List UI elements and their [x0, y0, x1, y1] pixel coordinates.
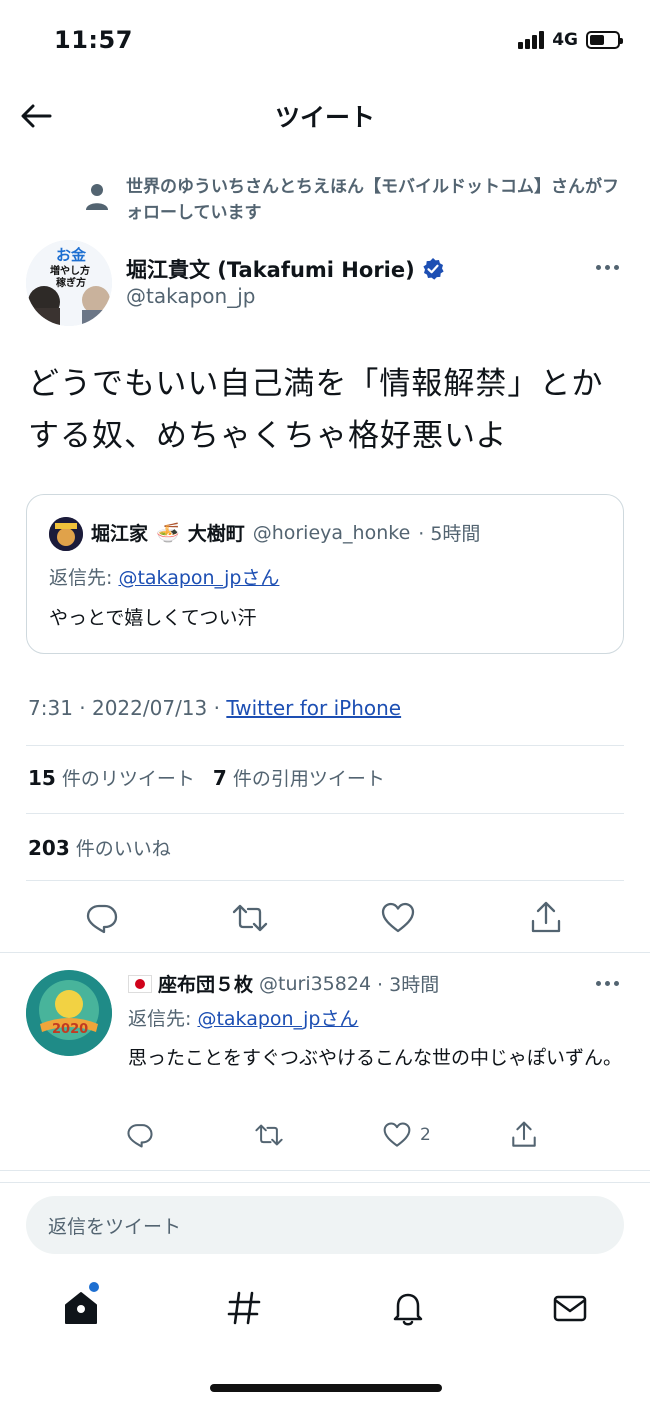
divider	[0, 1170, 650, 1171]
reply-time: · 3時間	[377, 974, 440, 996]
quote-avatar-image	[49, 517, 83, 551]
page-title: ツイート	[274, 103, 375, 132]
social-context[interactable]: 世界のゆういちさんとちえほん【モバイルドットコム】さんがフォローしています	[126, 174, 626, 226]
author-name-row[interactable]: 堀江貴文 (Takafumi Horie)	[126, 254, 445, 284]
likes-stat[interactable]: 203 件のいいね	[28, 834, 171, 861]
share-icon	[512, 1121, 536, 1147]
japan-flag-icon	[128, 974, 152, 993]
more-dot-icon	[595, 980, 601, 986]
battery-icon	[586, 31, 623, 49]
network-label: 4G	[552, 30, 578, 50]
quote-handle: @horieya_honke	[252, 521, 411, 544]
svg-text:2020: 2020	[52, 1022, 88, 1037]
hashtag-icon	[227, 1291, 261, 1325]
reply-avatar-image: 2020	[26, 970, 112, 1056]
more-dot-icon	[595, 264, 601, 270]
reply-share-button[interactable]	[510, 1118, 538, 1152]
divider	[26, 813, 624, 814]
likes-stats[interactable]: 203 件のいいね	[28, 834, 171, 861]
like-button[interactable]	[378, 898, 418, 938]
quote-reply-prefix: 返信先:	[49, 567, 119, 589]
tweet-action-bar	[0, 890, 650, 946]
ramen-emoji: 🍜	[156, 522, 180, 544]
divider	[26, 745, 624, 746]
author-avatar[interactable]: お金 増やし方 稼ぎ方	[26, 240, 112, 326]
heart-icon	[383, 1122, 411, 1147]
home-indicator	[210, 1384, 442, 1392]
quote-header: 堀江家 🍜 大樹町 @horieya_honke · 5時間	[91, 519, 480, 546]
tab-notifications[interactable]	[384, 1284, 432, 1332]
author-avatar-image: お金 増やし方 稼ぎ方	[26, 240, 112, 326]
svg-text:お金: お金	[56, 246, 87, 264]
author-name[interactable]: 堀江貴文 (Takafumi Horie)	[126, 254, 415, 284]
tweet-text: どうでもいい自己満を「情報解禁」とかする奴、めちゃくちゃ格好悪いよ	[28, 366, 604, 454]
new-content-dot	[89, 1282, 99, 1292]
bell-icon	[393, 1293, 423, 1326]
reply-author-name[interactable]: 座布団５枚	[158, 970, 253, 997]
envelope-icon	[553, 1295, 587, 1322]
status-indicators: 4G	[518, 30, 623, 50]
more-dot-icon	[604, 264, 610, 270]
share-icon	[531, 901, 561, 933]
quote-reply-context: 返信先: @takapon_jpさん	[49, 563, 279, 590]
reply-composer[interactable]: 返信をツイート	[26, 1196, 624, 1254]
quote-name: 堀江家	[91, 523, 149, 545]
reply-reply-button[interactable]	[126, 1118, 154, 1152]
verified-icon	[423, 258, 444, 280]
tweet-meta: 7:31 · 2022/07/13 · Twitter for iPhone	[28, 696, 401, 720]
reply-author-handle[interactable]: @turi35824	[259, 973, 371, 995]
reply-icon	[127, 1124, 153, 1148]
reply-context: 返信先: @takapon_jpさん	[128, 1004, 358, 1031]
tab-messages[interactable]	[546, 1284, 594, 1332]
retweet-icon	[232, 904, 268, 932]
reply-button[interactable]	[82, 898, 122, 938]
status-time: 11:57	[54, 26, 133, 54]
reply-like-count: 2	[420, 1125, 431, 1145]
heart-icon	[381, 902, 415, 933]
quote-text: やっとで嬉しくてつい汗	[49, 607, 257, 629]
quote-reply-link[interactable]: @takapon_jpさん	[118, 567, 279, 589]
tab-home[interactable]	[57, 1284, 105, 1332]
quotes-stat[interactable]: 7 件の引用ツイート	[213, 764, 385, 791]
divider	[0, 952, 650, 953]
reply-avatar[interactable]: 2020	[26, 970, 112, 1056]
reply-text: 思ったことをすぐつぶやけるこんな世の中じゃぽいずん。	[128, 1047, 623, 1069]
quoted-tweet[interactable]: 堀江家 🍜 大樹町 @horieya_honke · 5時間 返信先: @tak…	[26, 494, 624, 654]
quote-avatar	[49, 517, 83, 551]
tweet-source-link[interactable]: Twitter for iPhone	[226, 696, 401, 720]
tweet-timestamp: 7:31 · 2022/07/13 ·	[28, 696, 227, 720]
back-arrow-icon	[21, 104, 52, 128]
person-icon	[86, 184, 108, 210]
reply-context-link[interactable]: @takapon_jpさん	[197, 1008, 358, 1030]
author-handle[interactable]: @takapon_jp	[126, 284, 255, 308]
reply-more-options-button[interactable]	[592, 978, 622, 988]
reply-retweet-button[interactable]	[254, 1118, 284, 1152]
signal-icon	[518, 31, 545, 49]
more-dot-icon	[604, 980, 610, 986]
reply-context-prefix: 返信先:	[128, 1008, 198, 1030]
more-options-button[interactable]	[592, 262, 622, 272]
share-button[interactable]	[526, 898, 566, 938]
quote-name-suffix: 大樹町	[187, 523, 245, 545]
retweet-stats: 15 件のリツイート 7 件の引用ツイート	[28, 764, 385, 791]
divider	[0, 1182, 650, 1183]
quote-time: · 5時間	[418, 523, 481, 545]
retweet-button[interactable]	[230, 898, 270, 938]
more-dot-icon	[613, 980, 619, 986]
home-icon	[65, 1292, 97, 1324]
more-dot-icon	[613, 264, 619, 270]
svg-text:増やし方: 増やし方	[50, 264, 90, 277]
retweet-icon	[255, 1124, 283, 1146]
reply-icon	[86, 904, 118, 934]
composer-placeholder: 返信をツイート	[48, 1215, 182, 1238]
reply-like-button[interactable]: 2	[382, 1118, 431, 1152]
divider	[26, 880, 624, 881]
tab-explore[interactable]	[220, 1284, 268, 1332]
back-button[interactable]	[16, 96, 56, 136]
svg-text:稼ぎ方: 稼ぎ方	[56, 276, 86, 289]
retweets-stat[interactable]: 15 件のリツイート	[28, 764, 195, 791]
reply-header: 座布団５枚 @turi35824 · 3時間	[128, 970, 439, 997]
